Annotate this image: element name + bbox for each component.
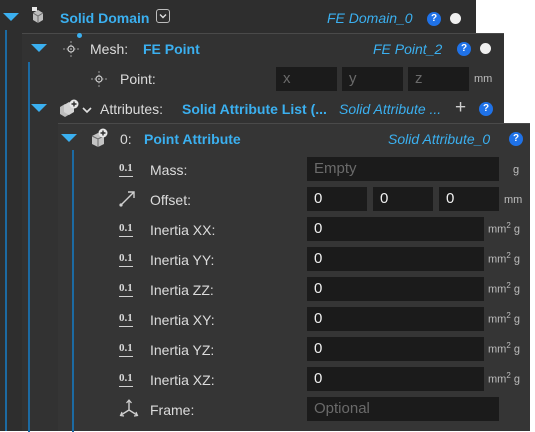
inertia-xy-input[interactable]: 0 bbox=[307, 307, 484, 331]
tree-rail bbox=[5, 30, 7, 431]
inertia-yz-input[interactable]: 0 bbox=[307, 337, 484, 361]
numeric-field-icon: 0.1 bbox=[119, 222, 133, 237]
inertia-yy-input[interactable]: 0 bbox=[307, 247, 484, 271]
point-attribute-title: Point Attribute bbox=[144, 131, 241, 147]
frame-row: Frame: Optional bbox=[58, 394, 530, 424]
collapse-arrow-icon[interactable] bbox=[31, 44, 47, 52]
solid-domain-icon bbox=[32, 7, 44, 23]
attribute-instance-name[interactable]: Solid Attribute_0 bbox=[388, 131, 490, 147]
inertia-yz-label: Inertia YZ: bbox=[150, 342, 215, 358]
help-icon[interactable]: ? bbox=[509, 132, 523, 146]
status-dot-icon[interactable] bbox=[480, 43, 491, 54]
attributes-label: Attributes: bbox=[100, 101, 164, 117]
help-icon[interactable]: ? bbox=[457, 42, 471, 56]
help-icon[interactable]: ? bbox=[427, 12, 441, 26]
numeric-field-icon: 0.1 bbox=[119, 342, 133, 357]
mesh-row: Mesh: FE Point FE Point_2 ? bbox=[22, 33, 504, 64]
numeric-field-icon: 0.1 bbox=[119, 282, 133, 297]
inertia-row: 0.1 Inertia XZ: 0 mm2 g bbox=[58, 364, 530, 394]
offset-x-input[interactable]: 0 bbox=[307, 187, 367, 211]
modified-indicator bbox=[77, 33, 82, 38]
point-unit: mm bbox=[474, 73, 493, 85]
attribute-index: 0: bbox=[120, 131, 132, 147]
vector-icon bbox=[119, 191, 135, 207]
inertia-xy-label: Inertia XY: bbox=[150, 312, 215, 328]
point-attribute-panel: 0: Point Attribute Solid Attribute_0 ? 0… bbox=[58, 123, 530, 432]
mass-unit: g bbox=[513, 164, 520, 176]
mass-input[interactable]: Empty bbox=[307, 157, 499, 181]
point-mesh-icon bbox=[63, 41, 79, 57]
numeric-field-icon: 0.1 bbox=[119, 162, 133, 177]
solid-domain-title: Solid Domain bbox=[60, 10, 150, 26]
numeric-field-icon: 0.1 bbox=[119, 372, 133, 387]
solid-domain-header: Solid Domain FE Domain_0 ? bbox=[0, 2, 476, 32]
inertia-yy-label: Inertia YY: bbox=[150, 252, 215, 268]
status-dot-icon[interactable] bbox=[450, 13, 461, 24]
offset-row: Offset: 0 0 0 mm bbox=[58, 184, 530, 214]
offset-z-input[interactable]: 0 bbox=[439, 187, 499, 211]
numeric-field-icon: 0.1 bbox=[119, 312, 133, 327]
point-x-input[interactable]: x bbox=[276, 67, 337, 91]
point-icon bbox=[91, 71, 107, 87]
inertia-zz-label: Inertia ZZ: bbox=[150, 282, 214, 298]
collapse-arrow-icon[interactable] bbox=[3, 13, 19, 21]
frame-input[interactable]: Optional bbox=[307, 397, 499, 421]
point-attribute-header: 0: Point Attribute Solid Attribute_0 ? bbox=[58, 124, 530, 154]
inertia-yy-unit: mm2 g bbox=[488, 251, 520, 266]
mesh-label: Mesh: bbox=[90, 41, 129, 57]
inertia-row: 0.1 Inertia YY: 0 mm2 g bbox=[58, 244, 530, 274]
inertia-row: 0.1 Inertia XX: 0 mm2 g bbox=[58, 214, 530, 244]
inertia-zz-unit: mm2 g bbox=[488, 281, 520, 296]
offset-label: Offset: bbox=[150, 192, 191, 208]
attributes-row: Attributes: Solid Attribute List (... So… bbox=[22, 94, 504, 124]
offset-unit: mm bbox=[504, 194, 523, 206]
point-z-input[interactable]: z bbox=[408, 67, 469, 91]
numeric-field-icon: 0.1 bbox=[119, 252, 133, 267]
inertia-row: 0.1 Inertia XY: 0 mm2 g bbox=[58, 304, 530, 334]
point-attribute-icon bbox=[91, 128, 108, 147]
inertia-row: 0.1 Inertia YZ: 0 mm2 g bbox=[58, 334, 530, 364]
inertia-xz-unit: mm2 g bbox=[488, 371, 520, 386]
mesh-instance-name[interactable]: FE Point_2 bbox=[373, 41, 442, 57]
chevron-down-icon[interactable] bbox=[81, 104, 93, 116]
collapse-arrow-icon[interactable] bbox=[31, 104, 47, 112]
collapse-arrow-icon[interactable] bbox=[61, 134, 77, 142]
point-row: Point: x y z mm bbox=[22, 64, 504, 94]
attributes-icon bbox=[60, 99, 79, 117]
inertia-yz-unit: mm2 g bbox=[488, 341, 520, 356]
offset-y-input[interactable]: 0 bbox=[373, 187, 433, 211]
inertia-xz-input[interactable]: 0 bbox=[307, 367, 484, 391]
point-y-input[interactable]: y bbox=[342, 67, 403, 91]
inertia-zz-input[interactable]: 0 bbox=[307, 277, 484, 301]
mesh-value[interactable]: FE Point bbox=[143, 41, 200, 57]
inertia-row: 0.1 Inertia ZZ: 0 mm2 g bbox=[58, 274, 530, 304]
dropdown-icon[interactable] bbox=[156, 9, 170, 23]
frame-label: Frame: bbox=[150, 402, 195, 418]
inertia-xy-unit: mm2 g bbox=[488, 311, 520, 326]
inertia-xx-input[interactable]: 0 bbox=[307, 217, 484, 241]
point-label: Point: bbox=[120, 71, 156, 87]
inertia-xx-unit: mm2 g bbox=[488, 221, 520, 236]
mass-row: 0.1 Mass: Empty g bbox=[58, 154, 530, 184]
domain-instance-name[interactable]: FE Domain_0 bbox=[327, 10, 413, 26]
add-icon[interactable]: + bbox=[455, 98, 466, 118]
inertia-xx-label: Inertia XX: bbox=[150, 222, 216, 238]
frame-axes-icon bbox=[119, 399, 139, 417]
help-icon[interactable]: ? bbox=[479, 102, 493, 116]
inertia-xz-label: Inertia XZ: bbox=[150, 372, 215, 388]
attributes-value[interactable]: Solid Attribute List (... bbox=[182, 101, 327, 117]
mass-label: Mass: bbox=[150, 162, 188, 178]
attributes-instance-name[interactable]: Solid Attribute ... bbox=[339, 101, 441, 117]
